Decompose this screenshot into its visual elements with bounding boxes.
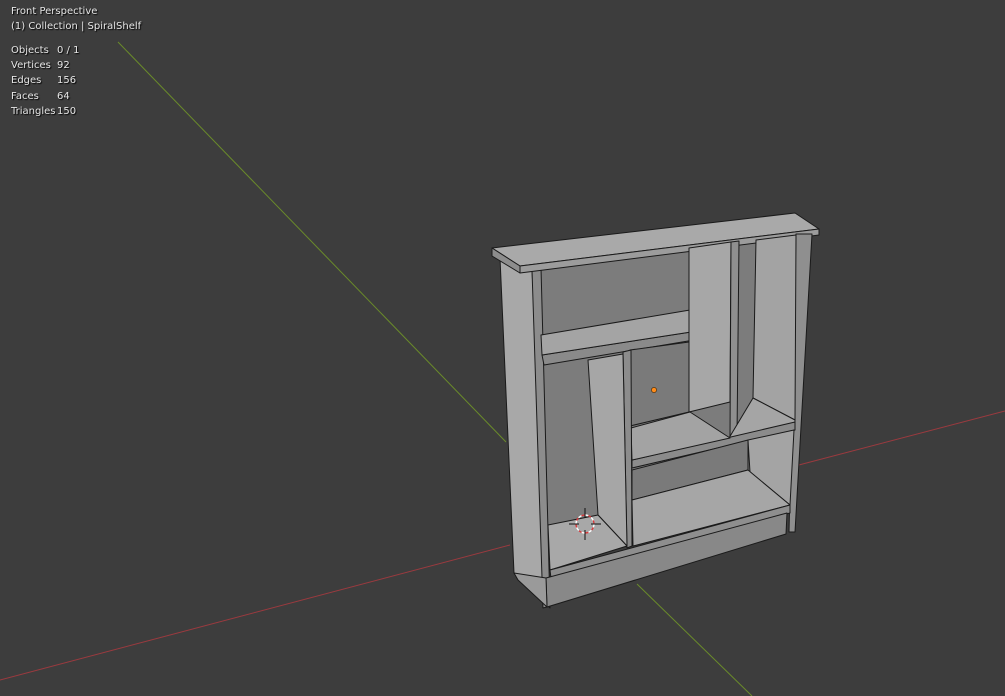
x-axis-line <box>0 544 511 681</box>
object-origin-point[interactable] <box>651 387 657 393</box>
middle-compartment-back <box>629 341 690 427</box>
3d-viewport[interactable]: Front Perspective (1) Collection | Spira… <box>0 0 1005 696</box>
y-axis-line-front <box>636 583 753 696</box>
y-axis-line <box>117 41 507 443</box>
viewport-scene[interactable] <box>0 0 1005 696</box>
divider-upper-right-face <box>688 241 732 413</box>
right-compartment-wall <box>752 234 797 421</box>
x-axis-line-right <box>794 410 1005 467</box>
spiral-shelf-mesh[interactable] <box>491 212 820 609</box>
plinth-left <box>513 572 548 608</box>
divider-upper-right-edge <box>729 240 740 439</box>
